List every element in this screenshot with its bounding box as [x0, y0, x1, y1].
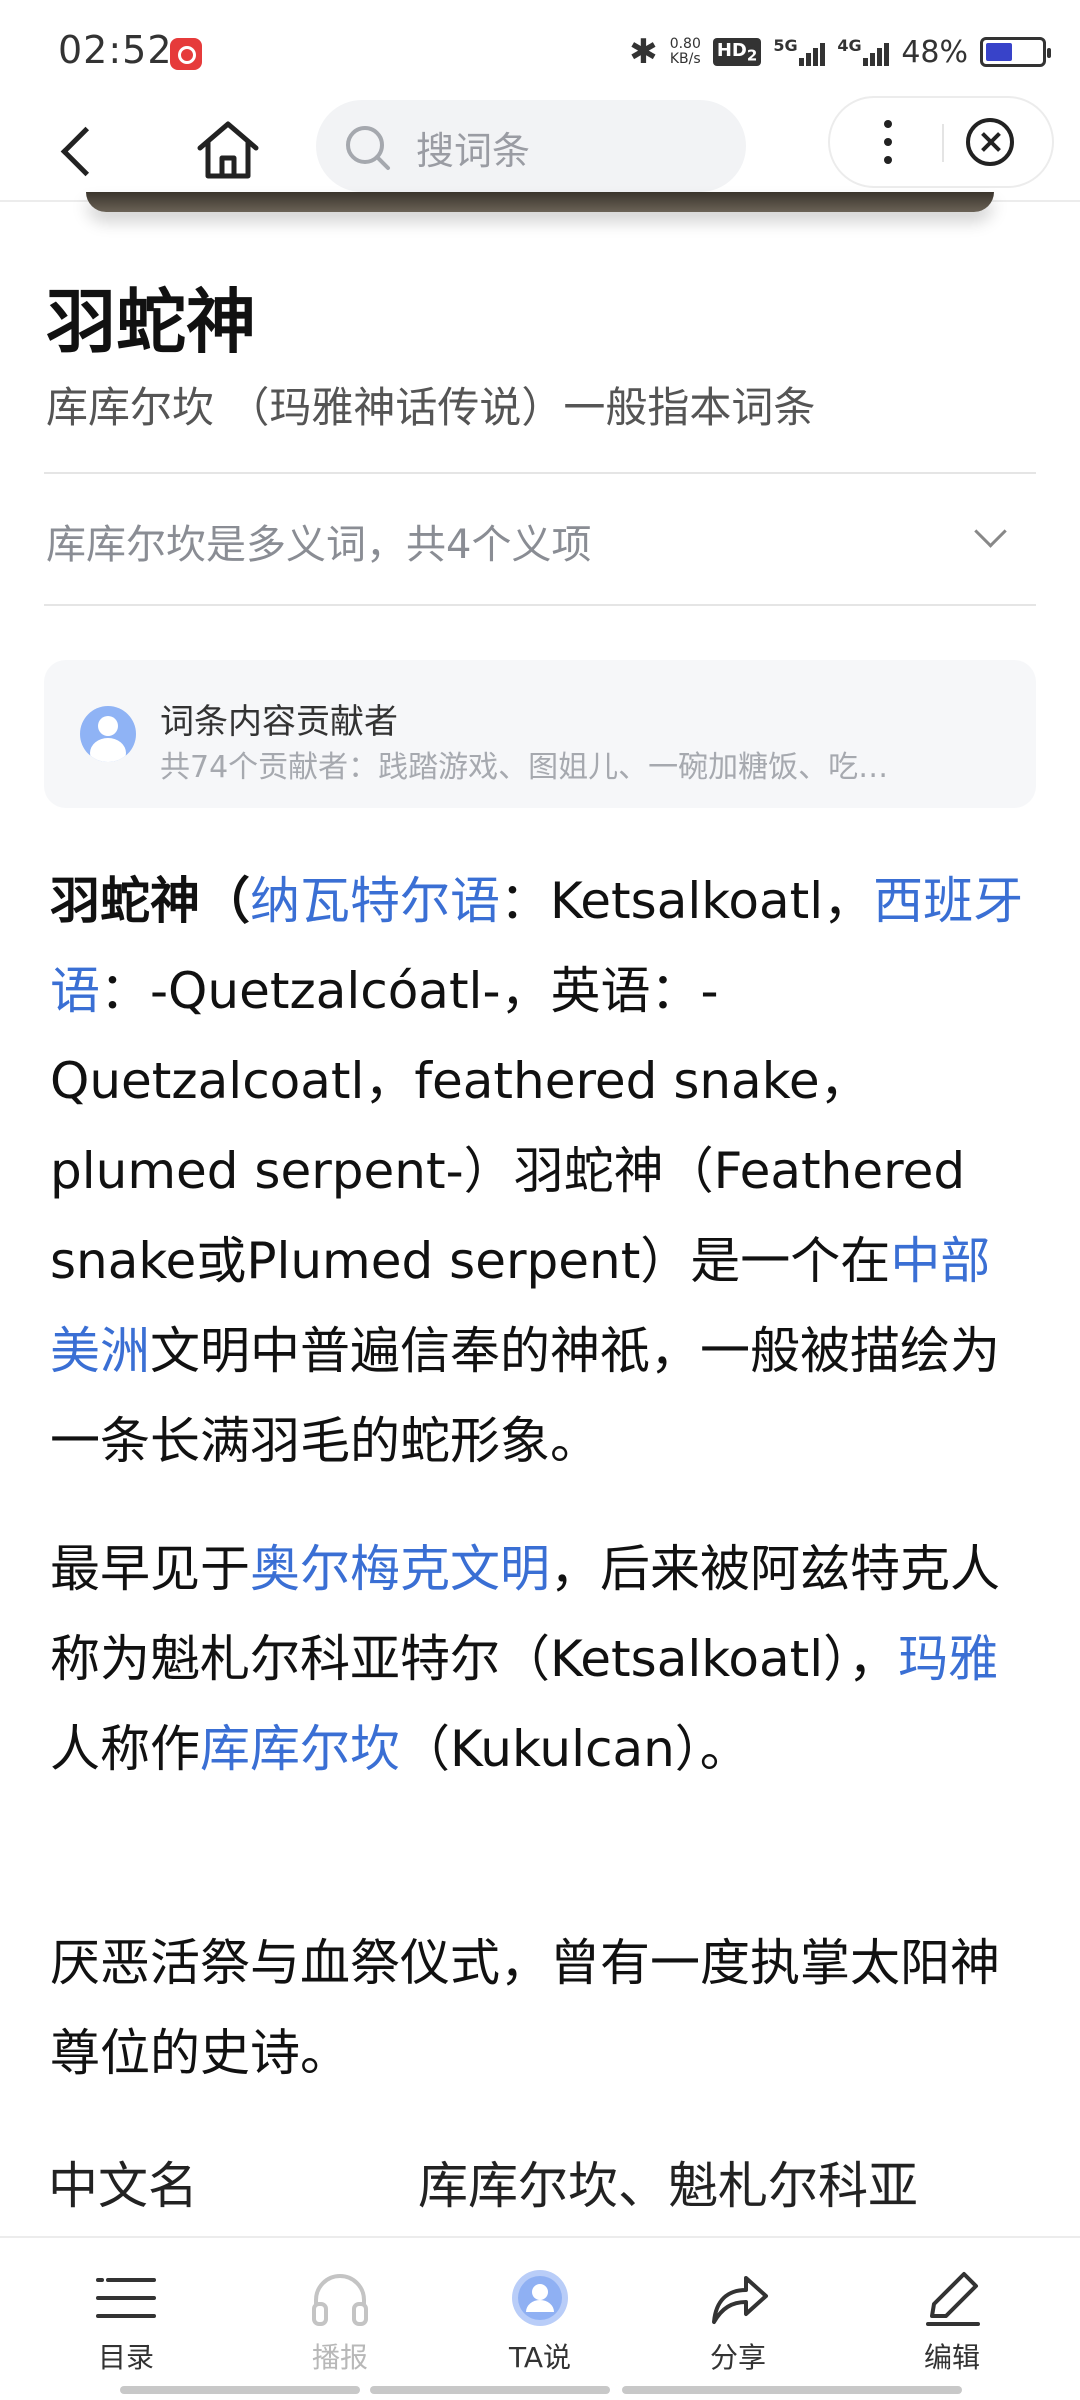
network-speed-value: 0.80	[669, 36, 701, 52]
network-speed: 0.80 KB/s	[670, 37, 701, 67]
toolbar-item-edit[interactable]: 编辑	[882, 2238, 1022, 2378]
hd-label: HD	[716, 39, 747, 61]
toolbar-item-catalog[interactable]: 目录	[56, 2238, 196, 2378]
battery-fill	[986, 43, 1012, 61]
link-maya[interactable]: 玛雅	[898, 1630, 998, 1688]
back-button[interactable]	[50, 110, 110, 190]
info-value: 库库尔坎、魁札尔科亚	[418, 2157, 918, 2215]
text: ：-Quetzalcóatl-，英语：-Quetzalcoatl，feather…	[50, 962, 966, 1290]
toolbar-item-share[interactable]: 分享	[668, 2238, 808, 2378]
header-image-bottom-edge	[86, 192, 994, 212]
toolbar-label: 播报	[311, 2341, 368, 2374]
home-indicator	[120, 2386, 360, 2394]
more-button[interactable]	[830, 98, 942, 186]
home-indicator	[370, 2386, 610, 2394]
toolbar-label: TA说	[508, 2341, 572, 2374]
signal-4g-label: 4G	[837, 36, 862, 55]
text: 人称作	[50, 1720, 200, 1778]
search-input[interactable]: 搜词条	[316, 100, 746, 192]
signal-4g-icon: 4G	[837, 36, 890, 66]
baike-entry-page: 02:52 ✱ 0.80 KB/s HD2 5G 4G 48% 搜词条 羽蛇神 …	[0, 0, 1080, 2400]
text: （Kukulcan）。	[400, 1720, 750, 1778]
bottom-toolbar: 目录 播报 TA说 分享 编辑	[0, 2236, 1080, 2400]
netease-music-icon	[170, 38, 202, 70]
entry-title: 羽蛇神	[46, 281, 256, 363]
toolbar-label: 目录	[97, 2341, 154, 2374]
text: ：Ketsalkoatl，	[500, 872, 874, 930]
polysemy-selector[interactable]: 库库尔坎是多义词，共4个义项	[44, 474, 1036, 604]
bluetooth-icon: ✱	[629, 32, 658, 72]
link-kukulcan[interactable]: 库库尔坎	[200, 1720, 400, 1778]
home-button[interactable]	[190, 112, 266, 188]
basic-info-row: 中文名 库库尔坎、魁札尔科亚	[48, 2136, 1038, 2216]
contributors-title: 词条内容贡献者	[160, 702, 398, 742]
toolbar-label: 编辑	[923, 2341, 980, 2374]
polysemy-notice: 库库尔坎是多义词，共4个义项	[46, 522, 592, 568]
close-button[interactable]	[966, 118, 1014, 166]
home-indicator	[622, 2386, 962, 2394]
mini-program-capsule	[828, 96, 1054, 188]
search-placeholder: 搜词条	[416, 129, 531, 173]
text: 文明中普遍信奉的神祇，一般被描绘为一条长满羽毛的蛇形象。	[50, 1322, 1000, 1470]
toolbar-item-ta-says[interactable]: TA说	[470, 2238, 610, 2378]
capsule-divider	[942, 124, 944, 162]
paragraph-ritual: 厌恶活祭与血祭仪式，曾有一度执掌太阳神尊位的史诗。	[50, 1918, 1030, 2098]
entry-subtitle: 库库尔坎 （玛雅神话传说）一般指本词条	[46, 383, 816, 432]
signal-5g-icon: 5G	[773, 36, 826, 66]
hd-sub: 2	[746, 46, 758, 65]
hd-voice-icon: HD2	[712, 37, 762, 67]
text: 最早见于	[50, 1540, 250, 1598]
menu-list-icon	[96, 2278, 156, 2318]
home-icon	[197, 121, 259, 179]
toolbar-item-broadcast[interactable]: 播报	[270, 2238, 410, 2378]
chevron-down-icon	[974, 515, 1007, 548]
headphones-icon	[312, 2274, 368, 2326]
link-nahuatl[interactable]: 纳瓦特尔语	[250, 872, 500, 930]
info-key: 中文名	[48, 2157, 198, 2215]
link-olmec[interactable]: 奥尔梅克文明	[250, 1540, 550, 1598]
status-bar: 02:52 ✱ 0.80 KB/s HD2 5G 4G 48%	[0, 0, 1080, 100]
user-avatar-icon	[512, 2270, 568, 2326]
paragraph-intro: 羽蛇神（纳瓦特尔语：Ketsalkoatl，西班牙语：-Quetzalcóatl…	[50, 856, 1030, 1486]
search-icon	[346, 126, 390, 170]
status-icons: ✱ 0.80 KB/s HD2 5G 4G 48%	[629, 30, 1051, 74]
contributors-list: 共74个贡献者：践踏游戏、图姐儿、一碗加糖饭、吃…	[160, 750, 889, 785]
signal-5g-label: 5G	[773, 36, 798, 55]
toolbar-label: 分享	[709, 2341, 766, 2374]
top-nav-bar: 搜词条	[0, 96, 1080, 202]
text: 厌恶活祭与血祭仪式，曾有一度执掌太阳神尊位的史诗。	[50, 1934, 1000, 2082]
battery-icon	[980, 37, 1051, 67]
contributor-avatar-icon	[80, 706, 136, 762]
divider	[44, 604, 1036, 606]
share-arrow-icon	[712, 2276, 768, 2324]
status-time: 02:52	[58, 28, 173, 72]
battery-percent: 48%	[901, 34, 968, 70]
pencil-icon	[926, 2272, 980, 2326]
text: 羽蛇神（	[50, 872, 250, 930]
contributors-card[interactable]: 词条内容贡献者 共74个贡献者：践踏游戏、图姐儿、一碗加糖饭、吃…	[44, 660, 1036, 808]
network-speed-unit: KB/s	[669, 51, 701, 67]
paragraph-origin: 最早见于奥尔梅克文明，后来被阿兹特克人称为魁札尔科亚特尔（Ketsalkoatl…	[50, 1524, 1030, 1794]
